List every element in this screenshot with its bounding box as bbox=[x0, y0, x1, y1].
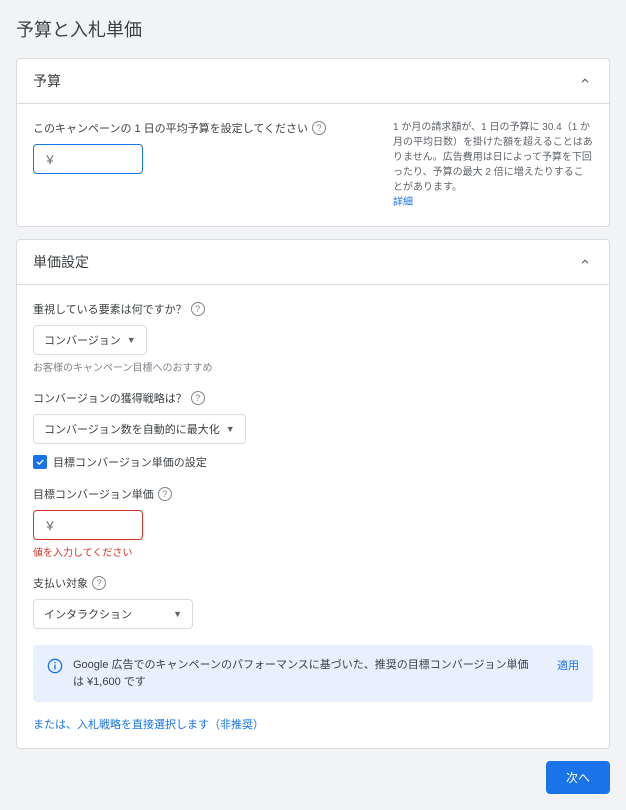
arrow-down-icon: ▼ bbox=[173, 609, 182, 619]
info-icon bbox=[47, 658, 63, 677]
details-link[interactable]: 詳細 bbox=[393, 197, 413, 208]
help-icon[interactable]: ? bbox=[312, 121, 326, 135]
help-icon[interactable]: ? bbox=[191, 391, 205, 405]
budget-note: 1 か月の請求額が、1 日の予算に 30.4（1 か月の平均日数）を掛けた額を超… bbox=[393, 122, 593, 193]
focus-label: 重視している要素は何ですか？ bbox=[33, 301, 187, 317]
focus-helper: お客様のキャンペーン目標へのおすすめ bbox=[33, 359, 593, 374]
budget-card-header[interactable]: 予算 bbox=[17, 59, 609, 104]
help-icon[interactable]: ? bbox=[158, 487, 172, 501]
next-button[interactable]: 次へ bbox=[546, 761, 610, 794]
pay-for-label: 支払い対象 bbox=[33, 575, 88, 591]
bidding-title: 単価設定 bbox=[33, 252, 89, 272]
budget-label: このキャンペーンの 1 日の平均予算を設定してください ? bbox=[33, 120, 373, 136]
strategy-dropdown[interactable]: コンバージョン数を自動的に最大化 ▼ bbox=[33, 414, 246, 444]
budget-title: 予算 bbox=[33, 71, 61, 91]
bidding-card-header[interactable]: 単価設定 bbox=[17, 240, 609, 285]
info-text: Google 広告でのキャンペーンのパフォーマンスに基づいた、推奨の目標コンバー… bbox=[73, 657, 537, 690]
checkbox-label: 目標コンバージョン単価の設定 bbox=[53, 454, 207, 470]
pay-for-dropdown[interactable]: インタラクション ▼ bbox=[33, 599, 193, 629]
bidding-card: 単価設定 重視している要素は何ですか？ ? コンバージョン ▼ お客様のキャンペ… bbox=[16, 239, 610, 749]
target-cpa-error: 値を入力してください bbox=[33, 544, 593, 559]
target-cpa-label: 目標コンバージョン単価 bbox=[33, 486, 154, 502]
focus-dropdown[interactable]: コンバージョン ▼ bbox=[33, 325, 147, 355]
chevron-up-icon bbox=[577, 254, 593, 270]
info-banner: Google 広告でのキャンペーンのパフォーマンスに基づいた、推奨の目標コンバー… bbox=[33, 645, 593, 702]
strategy-label: コンバージョンの獲得戦略は？ bbox=[33, 390, 187, 406]
apply-button[interactable]: 適用 bbox=[557, 657, 579, 673]
arrow-down-icon: ▼ bbox=[127, 335, 136, 345]
budget-card: 予算 このキャンペーンの 1 日の平均予算を設定してください ? ￥ 1 か月の… bbox=[16, 58, 610, 227]
chevron-up-icon bbox=[577, 73, 593, 89]
help-icon[interactable]: ? bbox=[191, 302, 205, 316]
budget-input[interactable]: ￥ bbox=[33, 144, 143, 174]
currency-symbol: ￥ bbox=[44, 151, 56, 168]
page-title: 予算と入札単価 bbox=[16, 16, 610, 42]
direct-strategy-link[interactable]: または、入札戦略を直接選択します（非推奨） bbox=[33, 716, 593, 732]
arrow-down-icon: ▼ bbox=[226, 424, 235, 434]
target-cpa-input[interactable]: ￥ bbox=[33, 510, 143, 540]
currency-symbol: ￥ bbox=[44, 517, 56, 534]
target-cpa-checkbox[interactable] bbox=[33, 455, 47, 469]
